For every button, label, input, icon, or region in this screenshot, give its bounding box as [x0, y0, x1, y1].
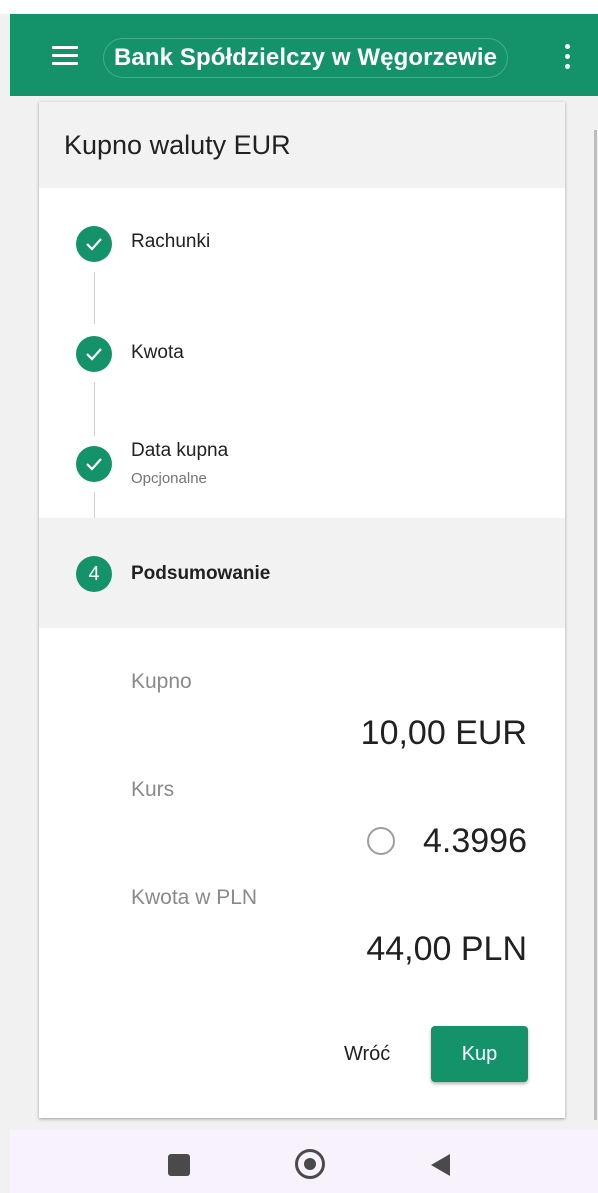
kurs-value: 4.3996	[423, 822, 527, 860]
page-title: Kupno waluty EUR	[64, 130, 291, 160]
step-label: Data kupna	[131, 440, 229, 461]
square-icon[interactable]	[168, 1154, 190, 1176]
check-icon	[76, 336, 112, 372]
step-label: Podsumowanie	[131, 563, 271, 584]
back-button[interactable]: Wróć	[344, 1034, 390, 1074]
triangle-back-icon[interactable]	[431, 1154, 450, 1176]
step-connector	[94, 382, 95, 436]
step-number-badge: 4	[76, 556, 112, 592]
step-label: Kwota	[131, 342, 184, 363]
scrollbar[interactable]	[594, 130, 597, 1120]
circle-timer-icon	[367, 827, 395, 855]
active-step-band	[39, 518, 565, 628]
card-header: Kupno waluty EUR	[39, 102, 565, 188]
app-title: Bank Spółdzielczy w Węgorzewie	[103, 38, 509, 78]
status-area	[0, 0, 598, 14]
kwota-pln-label: Kwota w PLN	[131, 886, 258, 909]
step-label: Rachunki	[131, 231, 211, 252]
kwota-pln-value: 44,00 PLN	[366, 930, 527, 968]
buy-button[interactable]: Kup	[431, 1026, 528, 1082]
kurs-label: Kurs	[131, 778, 175, 801]
currency-purchase-card: Kupno waluty EUR Rachunki Kwota Data kup…	[39, 102, 565, 1118]
step-connector	[94, 272, 95, 324]
step-sublabel: Opcjonalne	[131, 470, 207, 487]
more-vertical-icon[interactable]	[559, 41, 575, 73]
check-icon	[76, 226, 112, 262]
menu-icon[interactable]	[52, 46, 78, 66]
app-bar: Bank Spółdzielczy w Węgorzewie	[10, 14, 598, 96]
kupno-value: 10,00 EUR	[360, 714, 527, 752]
circle-home-icon[interactable]	[295, 1149, 325, 1179]
kupno-label: Kupno	[131, 670, 192, 693]
check-icon	[76, 446, 112, 482]
system-nav-bar	[10, 1130, 598, 1193]
